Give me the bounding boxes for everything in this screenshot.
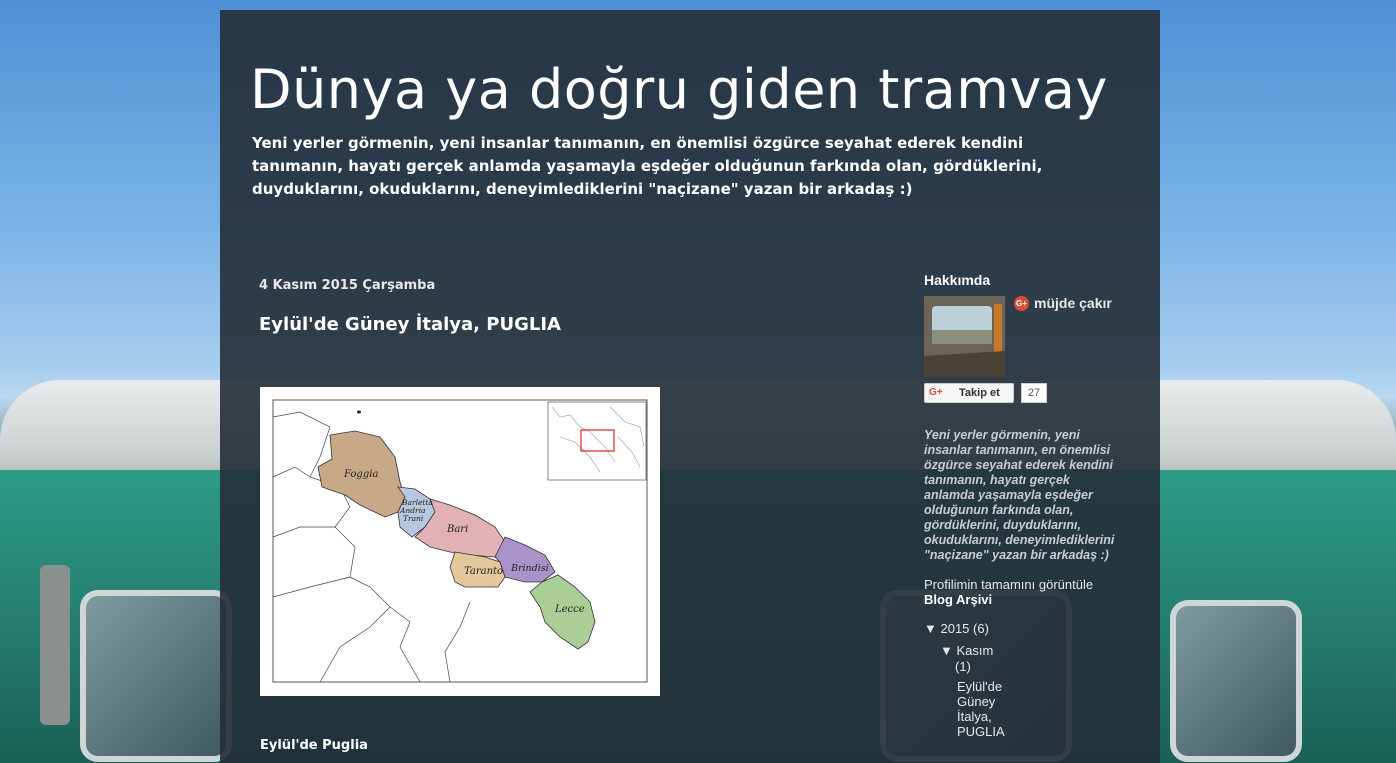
blog-description: Yeni yerler görmenin, yeni insanlar tanı… (252, 134, 1043, 198)
about-heading: Hakkımda (924, 272, 991, 288)
profile-photo-image (924, 296, 1005, 377)
label-brindisi: Brindisi (510, 563, 549, 574)
map-inset (547, 401, 647, 481)
follow-button-label: Takip et (959, 387, 1000, 399)
follower-count: 27 (1021, 383, 1047, 403)
archive-post-link[interactable]: Eylül'de Güney İtalya, PUGLIA (957, 679, 1017, 739)
google-plus-icon: G+ (1014, 296, 1029, 311)
background-van-window (1170, 600, 1302, 762)
label-bari: Bari (446, 524, 468, 535)
post-map-image[interactable]: Foggia Barletta Andria Trani Bari Tarant… (260, 387, 660, 696)
post-snippet: Eylül'de Puglia (260, 738, 368, 753)
profile-name-link[interactable]: müjde çakır (1034, 295, 1112, 311)
blog-panel: Dünya ya doğru giden tramvay Yeni yerler… (220, 10, 1160, 763)
post-title[interactable]: Eylül'de Güney İtalya, PUGLIA (259, 314, 561, 335)
background-van-window (80, 590, 232, 762)
archive-heading: Blog Arşivi (924, 592, 993, 607)
archive-year-toggle[interactable]: ▼ 2015 (6) (924, 621, 989, 636)
post-date: 4 Kasım 2015 Çarşamba (259, 278, 436, 293)
sidebar: Hakkımda G+ müjde çakır G+ Takip et 27 Y… (924, 272, 1134, 739)
puglia-map: Foggia Barletta Andria Trani Bari Tarant… (272, 399, 648, 683)
follow-button[interactable]: G+ Takip et (924, 383, 1014, 403)
label-foggia: Foggia (343, 469, 378, 480)
profile-photo[interactable] (924, 296, 1005, 377)
label-trani: Trani (403, 514, 424, 523)
background-van-mirror (40, 565, 70, 725)
blog-title[interactable]: Dünya ya doğru giden tramvay (250, 58, 1108, 121)
archive-month-toggle[interactable]: ▼ Kasım (940, 643, 993, 658)
about-text: Yeni yerler görmenin, yeni insanlar tanı… (924, 428, 1115, 562)
view-full-profile-link[interactable]: Profilimin tamamını görüntüle (924, 577, 1093, 592)
label-taranto: Taranto (464, 566, 503, 577)
label-lecce: Lecce (554, 604, 585, 615)
google-plus-icon: G+ (929, 387, 943, 398)
archive-month-count: (1) (955, 659, 971, 674)
